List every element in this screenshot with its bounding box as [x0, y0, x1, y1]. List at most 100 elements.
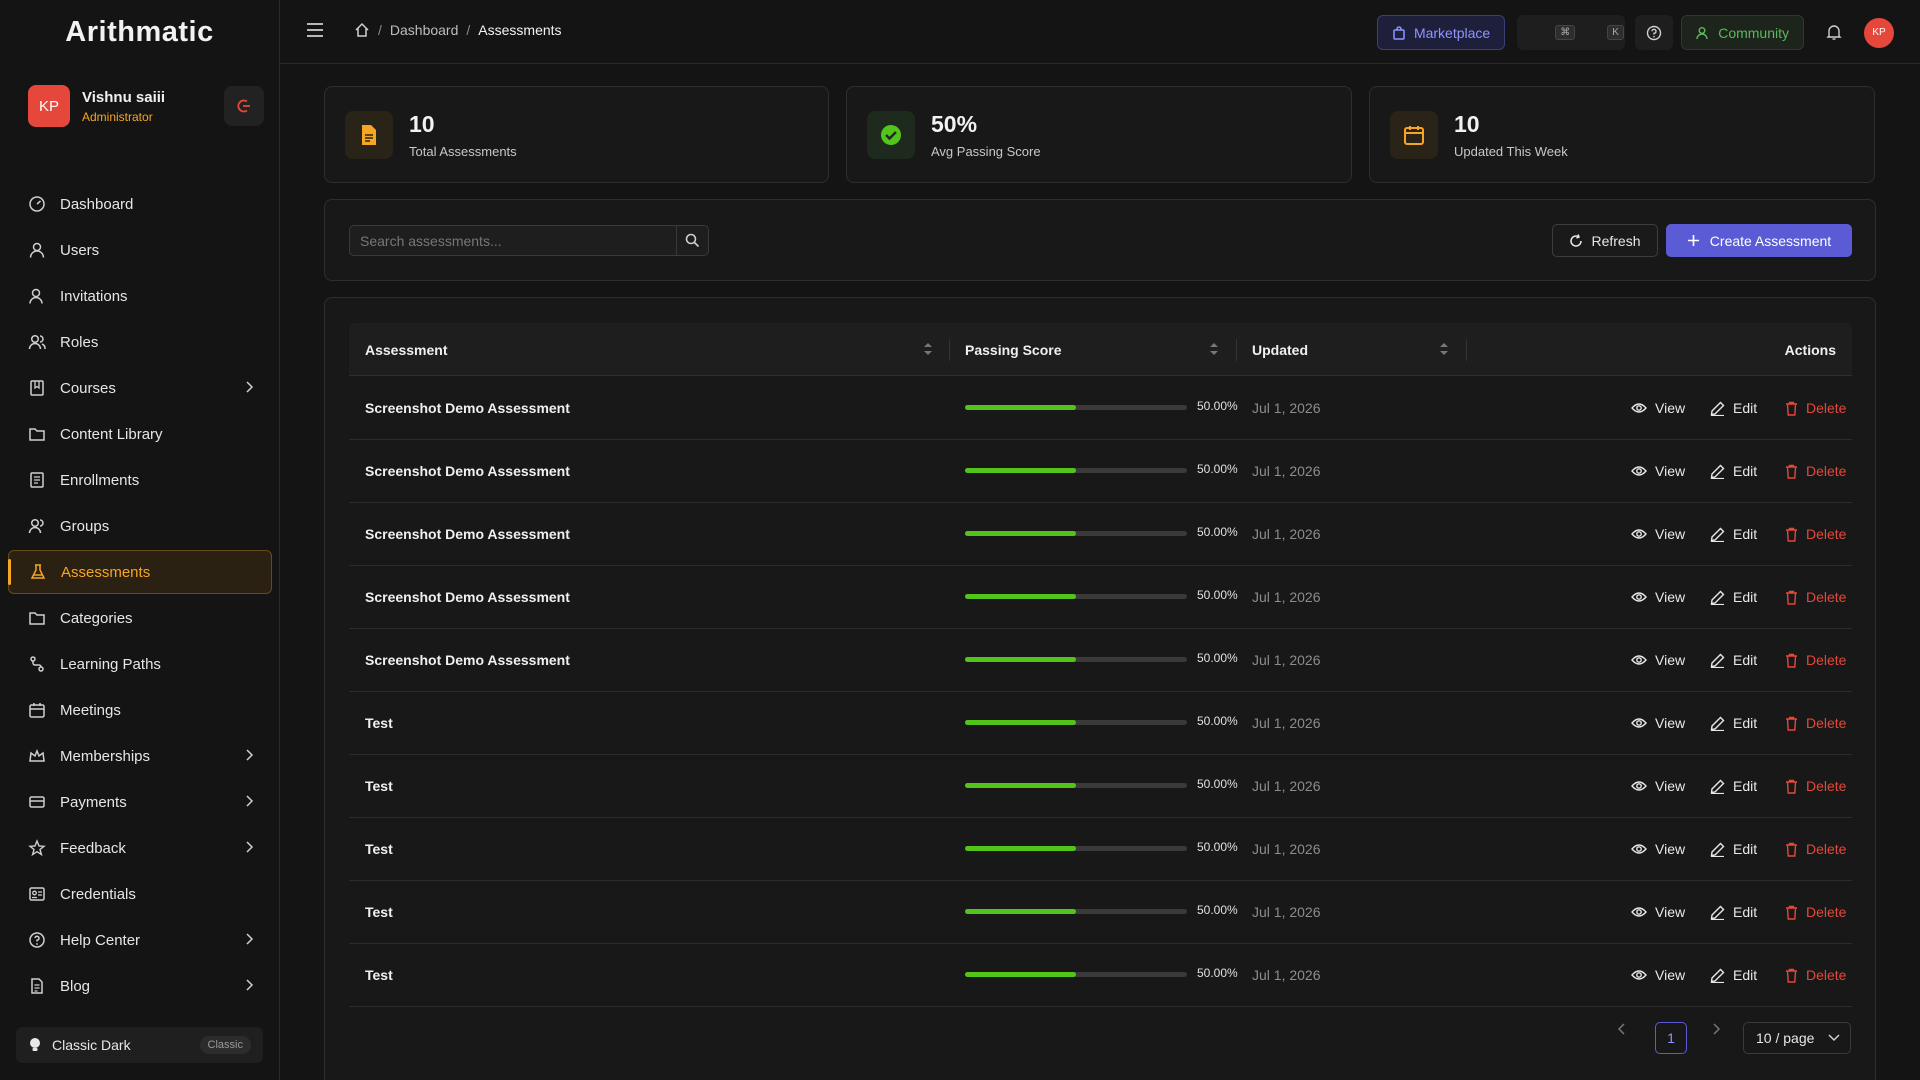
prev-page-button[interactable] [1617, 1022, 1627, 1036]
edit-button[interactable]: Edit [1710, 818, 1757, 880]
create-assessment-button[interactable]: Create Assessment [1666, 224, 1852, 257]
sidebar-item-dashboard[interactable]: Dashboard [8, 182, 272, 226]
view-button[interactable]: View [1631, 440, 1685, 502]
book-icon [28, 379, 46, 397]
view-button[interactable]: View [1631, 377, 1685, 439]
delete-button[interactable]: Delete [1785, 944, 1846, 1006]
passing-score-fill [965, 720, 1076, 725]
pencil-icon [1710, 968, 1725, 983]
refresh-button[interactable]: Refresh [1552, 224, 1658, 257]
app-logo[interactable]: Arithmatic [0, 0, 279, 64]
view-button[interactable]: View [1631, 629, 1685, 691]
sidebar-item-invitations[interactable]: Invitations [8, 274, 272, 318]
edit-button[interactable]: Edit [1710, 377, 1757, 439]
view-button[interactable]: View [1631, 692, 1685, 754]
global-search-button[interactable]: ⌘ K [1517, 15, 1626, 50]
search-button[interactable] [676, 226, 708, 255]
stat-card-updated-this-week: 10 Updated This Week [1369, 86, 1875, 183]
view-button[interactable]: View [1631, 881, 1685, 943]
page-number-button[interactable]: 1 [1655, 1022, 1687, 1054]
notifications-button[interactable] [1816, 15, 1852, 50]
logout-button[interactable] [224, 86, 264, 126]
table-row: Test 50.00% Jul 1, 2026 View Edit Delete [349, 692, 1852, 755]
sidebar-item-content-library[interactable]: Content Library [8, 412, 272, 456]
updated-date: Jul 1, 2026 [1252, 967, 1321, 983]
edit-button[interactable]: Edit [1710, 629, 1757, 691]
view-button[interactable]: View [1631, 818, 1685, 880]
home-icon[interactable] [354, 22, 370, 38]
view-button[interactable]: View [1631, 503, 1685, 565]
sidebar-item-label: Blog [60, 977, 91, 995]
sidebar-item-meetings[interactable]: Meetings [8, 688, 272, 732]
sort-icon[interactable] [1439, 342, 1449, 356]
sidebar-item-groups[interactable]: Groups [8, 504, 272, 548]
bell-icon [1826, 25, 1842, 40]
view-button[interactable]: View [1631, 755, 1685, 817]
sidebar-item-roles[interactable]: Roles [8, 320, 272, 364]
check-circle-icon [881, 124, 901, 145]
eye-icon [1631, 844, 1647, 854]
delete-label: Delete [1806, 652, 1847, 668]
sidebar-item-learning-paths[interactable]: Learning Paths [8, 642, 272, 686]
updated-date: Jul 1, 2026 [1252, 715, 1321, 731]
community-label: Community [1718, 24, 1789, 41]
delete-button[interactable]: Delete [1785, 881, 1846, 943]
updated-date: Jul 1, 2026 [1252, 841, 1321, 857]
delete-button[interactable]: Delete [1785, 629, 1846, 691]
theme-switcher[interactable]: Classic Dark Classic [16, 1027, 263, 1063]
edit-button[interactable]: Edit [1710, 566, 1757, 628]
delete-button[interactable]: Delete [1785, 566, 1846, 628]
edit-button[interactable]: Edit [1710, 755, 1757, 817]
edit-button[interactable]: Edit [1710, 503, 1757, 565]
stat-value: 10 [409, 110, 435, 137]
edit-label: Edit [1733, 526, 1758, 542]
view-label: View [1655, 715, 1686, 731]
edit-label: Edit [1733, 463, 1758, 479]
sidebar-item-help-center[interactable]: Help Center [8, 918, 272, 962]
delete-button[interactable]: Delete [1785, 440, 1846, 502]
delete-button[interactable]: Delete [1785, 377, 1846, 439]
community-button[interactable]: Community [1681, 15, 1804, 50]
edit-label: Edit [1733, 904, 1758, 920]
column-header-passing-score[interactable]: Passing Score [965, 323, 1062, 376]
breadcrumb-dashboard[interactable]: Dashboard [390, 22, 459, 38]
shortcut-key: K [1607, 25, 1624, 40]
help-button[interactable] [1635, 15, 1674, 50]
sort-icon[interactable] [1209, 342, 1219, 356]
edit-button[interactable]: Edit [1710, 440, 1757, 502]
edit-button[interactable]: Edit [1710, 692, 1757, 754]
sidebar-item-payments[interactable]: Payments [8, 780, 272, 824]
delete-label: Delete [1806, 526, 1847, 542]
edit-button[interactable]: Edit [1710, 944, 1757, 1006]
breadcrumb-current: Assessments [478, 22, 562, 38]
user-avatar-button[interactable]: KP [1864, 17, 1894, 48]
view-button[interactable]: View [1631, 566, 1685, 628]
sidebar-item-credentials[interactable]: Credentials [8, 872, 272, 916]
trash-icon [1786, 905, 1797, 920]
sidebar-item-assessments[interactable]: Assessments [8, 550, 272, 594]
sidebar-item-blog[interactable]: Blog [8, 964, 272, 1008]
passing-score-text: 50.00% [1197, 714, 1238, 728]
table-row: Screenshot Demo Assessment 50.00% Jul 1, 2… [349, 629, 1852, 692]
delete-button[interactable]: Delete [1785, 692, 1846, 754]
sidebar-item-courses[interactable]: Courses [8, 366, 272, 410]
view-button[interactable]: View [1631, 944, 1685, 1006]
search-input[interactable] [350, 226, 676, 255]
delete-button[interactable]: Delete [1785, 503, 1846, 565]
menu-toggle-button[interactable] [306, 22, 324, 42]
sidebar-item-enrollments[interactable]: Enrollments [8, 458, 272, 502]
sidebar-item-categories[interactable]: Categories [8, 596, 272, 640]
page-size-select[interactable]: 10 / page [1743, 1022, 1851, 1054]
sidebar-item-memberships[interactable]: Memberships [8, 734, 272, 778]
column-header-updated[interactable]: Updated [1252, 323, 1308, 376]
column-header-assessment[interactable]: Assessment [365, 323, 448, 376]
delete-button[interactable]: Delete [1785, 755, 1846, 817]
next-page-button[interactable] [1711, 1022, 1721, 1036]
sidebar-item-users[interactable]: Users [8, 228, 272, 272]
marketplace-button[interactable]: Marketplace [1376, 15, 1506, 50]
delete-button[interactable]: Delete [1785, 818, 1846, 880]
edit-button[interactable]: Edit [1710, 881, 1757, 943]
refresh-label: Refresh [1591, 232, 1641, 249]
sort-icon[interactable] [923, 342, 933, 356]
sidebar-item-feedback[interactable]: Feedback [8, 826, 272, 870]
